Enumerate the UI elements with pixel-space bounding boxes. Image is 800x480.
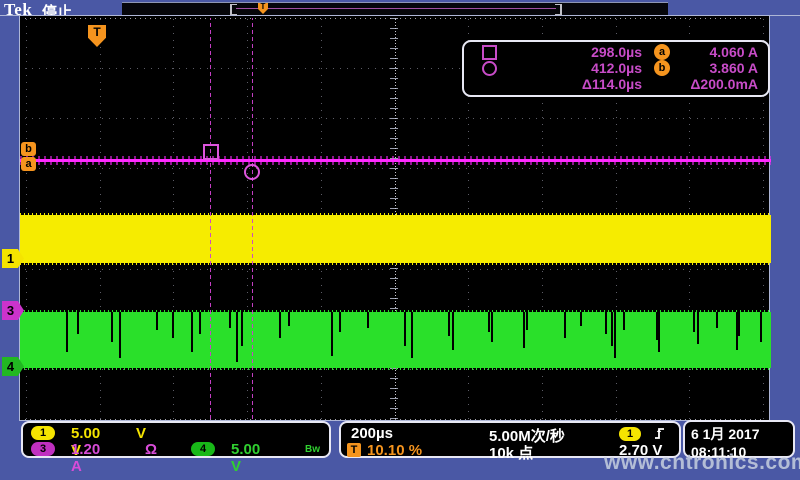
oscilloscope-screen: Tek 停止 T T b a 1 3 4 298.0µs a 4.060 A 4…	[0, 0, 800, 480]
timebase-readout[interactable]: 200µs	[351, 425, 393, 442]
ch4-dropout-glitch	[404, 312, 406, 346]
ch4-dropout-glitch	[580, 312, 582, 326]
ch4-dropout-glitch	[288, 312, 290, 326]
ch4-dropout-glitch	[191, 312, 193, 352]
channel-scale-panel: 1 5.00 V V 3 1.20 A Ω 4 5.00 V Bw	[21, 421, 331, 458]
record-window-bracket-left	[230, 4, 237, 15]
cursor-b-value: 3.860 A	[682, 60, 758, 76]
watermark: www.cntronics.com	[604, 451, 800, 475]
ch4-dropout-glitch	[605, 312, 607, 334]
cursor-a-square-marker[interactable]	[203, 144, 219, 160]
ch4-dropout-glitch	[66, 312, 68, 352]
ch4-dropout-glitch	[339, 312, 341, 332]
ch3-badge[interactable]: 3	[31, 442, 55, 456]
ch4-dropout-glitch	[526, 312, 528, 330]
ch1-badge[interactable]: 1	[31, 426, 55, 440]
record-line	[236, 8, 556, 9]
cursor-a-line[interactable]	[210, 18, 211, 419]
ch4-dropout-glitch	[623, 312, 625, 330]
ch4-dropout-glitch	[241, 312, 243, 346]
ch4-badge[interactable]: 4	[191, 442, 215, 456]
ch4-dropout-glitch	[523, 312, 525, 348]
ch4-bandwidth-icon: Bw	[305, 444, 320, 455]
ch4-dropout-glitch	[172, 312, 174, 338]
trigger-position-badge: T	[347, 443, 361, 457]
cursor-a-value: 4.060 A	[682, 44, 758, 60]
cursor-readout-panel: 298.0µs a 4.060 A 412.0µs b 3.860 A Δ114…	[462, 40, 770, 97]
ch4-dropout-glitch	[564, 312, 566, 338]
ch4-dropout-glitch	[279, 312, 281, 338]
trigger-position-icon: T	[88, 25, 106, 47]
cursor-a-badge-icon: a	[654, 44, 670, 60]
ch4-dropout-glitch	[199, 312, 201, 334]
cursor-a-square-icon	[482, 45, 497, 60]
ch4-waveform-band	[20, 312, 771, 368]
ch4-dropout-glitch	[611, 312, 613, 346]
ch4-dropout-glitch	[760, 312, 762, 342]
ch4-dropout-glitch	[452, 312, 454, 350]
cursor-b-circle-icon	[482, 61, 497, 76]
ch4-dropout-glitch	[491, 312, 493, 342]
ch4-dropout-glitch	[693, 312, 695, 332]
trigger-slope-icon	[653, 426, 667, 441]
ch4-dropout-glitch	[488, 312, 490, 332]
cursor-b-circle-marker[interactable]	[244, 164, 260, 180]
record-window-bracket-right	[555, 4, 562, 15]
cursor-b-badge: b	[21, 142, 36, 156]
cursor-b-line[interactable]	[252, 18, 253, 419]
ch4-dropout-glitch	[716, 312, 718, 328]
ch4-dropout-glitch	[236, 312, 238, 362]
record-view-bar: T	[122, 2, 668, 15]
ch4-dropout-glitch	[614, 312, 616, 358]
ch4-dropout-glitch	[111, 312, 113, 342]
ch4-dropout-glitch	[156, 312, 158, 330]
date-readout: 6 1月 2017	[691, 424, 793, 444]
ch4-dropout-glitch	[119, 312, 121, 358]
cursor-delta-value: Δ200.0mA	[682, 76, 758, 92]
ch4-dropout-glitch	[738, 312, 740, 336]
ch4-scale-readout[interactable]: 5.00 V	[231, 441, 260, 475]
cursor-b-time: 412.0µs	[512, 60, 642, 76]
ch4-dropout-glitch	[77, 312, 79, 334]
ch4-dropout-glitch	[448, 312, 450, 336]
cursor-a-time: 298.0µs	[512, 44, 642, 60]
ch4-dropout-glitch	[229, 312, 231, 328]
record-length-readout: 10k 点	[489, 442, 533, 463]
ch4-dropout-glitch	[658, 312, 660, 352]
trigger-source-badge[interactable]: 1	[619, 427, 641, 441]
cursor-b-badge-icon: b	[654, 60, 670, 76]
ch1-waveform-band	[20, 215, 771, 263]
ch4-dropout-glitch	[411, 312, 413, 358]
ch3-current-trace	[20, 156, 771, 165]
cursor-a-badge: a	[21, 157, 36, 171]
ch3-coupling: Ω	[145, 441, 157, 458]
ch4-dropout-glitch	[367, 312, 369, 328]
record-trigger-marker-icon: T	[258, 3, 268, 14]
ch4-dropout-glitch	[697, 312, 699, 344]
ch4-dropout-glitch	[331, 312, 333, 356]
trigger-position-readout: 10.10 %	[367, 442, 422, 459]
cursor-delta-time: Δ114.0µs	[512, 76, 642, 92]
ch3-scale-readout[interactable]: 1.20 A	[71, 441, 100, 475]
